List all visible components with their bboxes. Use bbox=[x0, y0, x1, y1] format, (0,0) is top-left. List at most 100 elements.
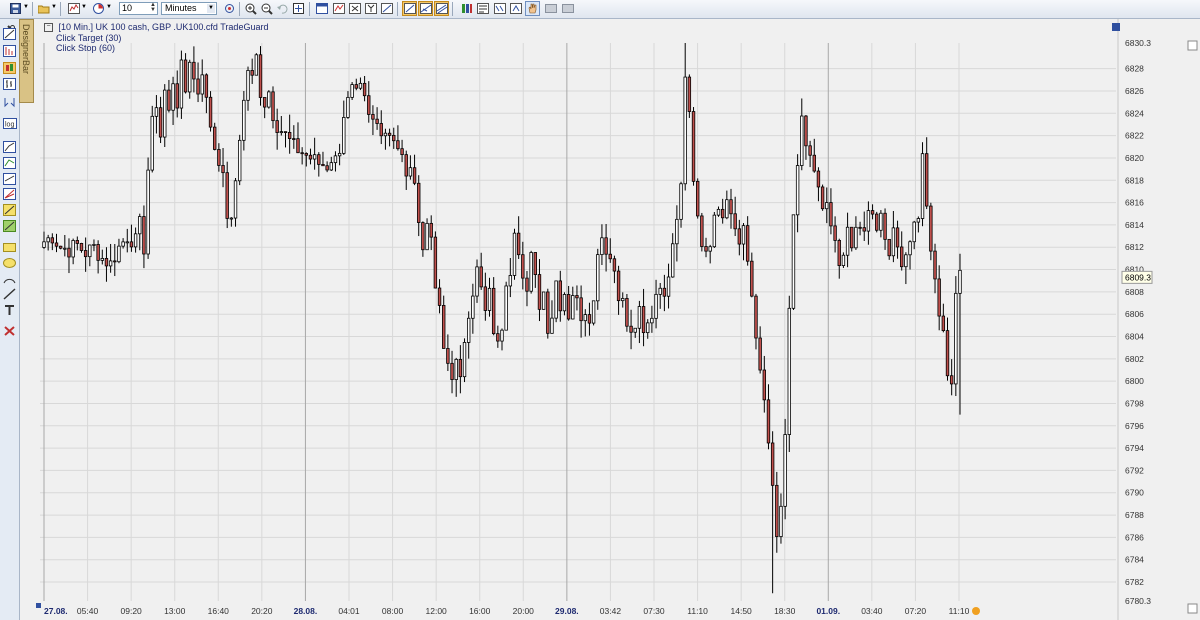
rectangle-tool-icon[interactable] bbox=[2, 240, 17, 254]
crosshair-icon[interactable] bbox=[222, 1, 237, 16]
candle-body[interactable] bbox=[920, 153, 925, 219]
candle-body[interactable] bbox=[408, 167, 413, 177]
candle-body[interactable] bbox=[795, 165, 800, 216]
candle-body[interactable] bbox=[496, 333, 500, 342]
candle-body[interactable] bbox=[254, 54, 259, 76]
draw-line-down-icon[interactable] bbox=[2, 156, 17, 170]
candle-body[interactable] bbox=[554, 280, 558, 319]
candle-body[interactable] bbox=[246, 70, 250, 101]
candle-body[interactable] bbox=[612, 258, 617, 272]
candle-body[interactable] bbox=[879, 212, 883, 231]
scroll-left-icon[interactable] bbox=[36, 603, 41, 608]
export-icon[interactable] bbox=[560, 1, 575, 16]
candle-body[interactable] bbox=[691, 111, 696, 182]
candle-body[interactable] bbox=[304, 153, 308, 156]
candle-body[interactable] bbox=[433, 236, 438, 289]
candle-body[interactable] bbox=[737, 228, 742, 245]
candle-body[interactable] bbox=[287, 131, 292, 139]
candle-body[interactable] bbox=[88, 244, 92, 258]
candle-body[interactable] bbox=[591, 300, 596, 324]
candle-body[interactable] bbox=[479, 266, 483, 288]
save-icon[interactable] bbox=[8, 1, 23, 16]
candle-body[interactable] bbox=[317, 154, 321, 165]
candle-body[interactable] bbox=[100, 258, 104, 261]
candle-body[interactable] bbox=[862, 227, 866, 232]
candle-body[interactable] bbox=[167, 89, 171, 111]
candle-body[interactable] bbox=[500, 329, 504, 342]
candle-body[interactable] bbox=[204, 74, 209, 98]
candle-body[interactable] bbox=[733, 213, 737, 230]
candle-body[interactable] bbox=[637, 306, 642, 329]
candle-body[interactable] bbox=[758, 337, 762, 371]
candle-body[interactable] bbox=[454, 358, 458, 380]
screenshot-icon[interactable] bbox=[543, 1, 558, 16]
candle-body[interactable] bbox=[267, 91, 271, 108]
candle-body[interactable] bbox=[770, 442, 775, 486]
candle-body[interactable] bbox=[75, 240, 79, 244]
zoom-in-icon[interactable] bbox=[243, 1, 258, 16]
bar-icon[interactable] bbox=[2, 77, 17, 91]
candle-body[interactable] bbox=[279, 131, 284, 134]
compare-icon[interactable] bbox=[2, 95, 17, 109]
candle-body[interactable] bbox=[188, 61, 192, 93]
channel-tool-icon[interactable] bbox=[434, 1, 449, 16]
candle-body[interactable] bbox=[63, 247, 67, 250]
candle-body[interactable] bbox=[716, 208, 721, 216]
candle-body[interactable] bbox=[596, 254, 600, 302]
chart-window-icon[interactable] bbox=[314, 1, 329, 16]
candle-body[interactable] bbox=[604, 237, 608, 255]
candle-body[interactable] bbox=[158, 107, 163, 138]
candle-body[interactable] bbox=[895, 227, 900, 248]
candle-body[interactable] bbox=[133, 233, 138, 248]
candle-body[interactable] bbox=[354, 84, 358, 89]
candle-body[interactable] bbox=[229, 217, 234, 220]
candle-body[interactable] bbox=[429, 222, 433, 238]
text-tool-icon[interactable] bbox=[2, 303, 17, 317]
candle-body[interactable] bbox=[646, 322, 650, 334]
candle-body[interactable] bbox=[800, 115, 804, 166]
candle-body[interactable] bbox=[687, 76, 692, 112]
draw-channel-icon[interactable] bbox=[2, 172, 17, 186]
candle-body[interactable] bbox=[675, 218, 679, 245]
open-dropdown-icon[interactable]: ▼ bbox=[51, 4, 57, 19]
draw-arc-icon[interactable] bbox=[2, 203, 17, 217]
fit-all-icon[interactable] bbox=[291, 1, 306, 16]
chart-type-dropdown-icon[interactable]: ▼ bbox=[81, 4, 87, 19]
data-window-icon[interactable] bbox=[492, 1, 507, 16]
candle-body[interactable] bbox=[945, 330, 950, 377]
candle-body[interactable] bbox=[171, 83, 175, 111]
candle-body[interactable] bbox=[321, 164, 325, 167]
candle-body[interactable] bbox=[650, 317, 654, 324]
scroll-right-icon[interactable] bbox=[1187, 603, 1198, 614]
candle-body[interactable] bbox=[750, 260, 754, 297]
candle-body[interactable] bbox=[941, 315, 946, 332]
fibonacci-icon[interactable] bbox=[2, 44, 17, 58]
candle-body[interactable] bbox=[121, 241, 125, 247]
candle-body[interactable] bbox=[392, 134, 396, 142]
candle-body[interactable] bbox=[50, 237, 55, 244]
period-unit-arrow-icon[interactable]: ▼ bbox=[207, 4, 215, 13]
candle-body[interactable] bbox=[196, 78, 200, 95]
indicator-icon[interactable] bbox=[331, 1, 346, 16]
candle-body[interactable] bbox=[404, 154, 408, 177]
undo-zoom-icon[interactable] bbox=[275, 1, 290, 16]
candle-body[interactable] bbox=[437, 287, 442, 306]
candle-body[interactable] bbox=[312, 154, 317, 160]
period-unit-select[interactable]: Minutes ▼ bbox=[161, 2, 217, 15]
candle-body[interactable] bbox=[741, 225, 746, 245]
candle-body[interactable] bbox=[221, 165, 225, 174]
candle-body[interactable] bbox=[516, 232, 521, 256]
candle-body[interactable] bbox=[467, 317, 471, 343]
candle-body[interactable] bbox=[712, 214, 717, 248]
candle-body[interactable] bbox=[745, 225, 750, 262]
candle-body[interactable] bbox=[83, 250, 88, 258]
candle-body[interactable] bbox=[579, 297, 583, 322]
candle-body[interactable] bbox=[275, 120, 279, 133]
candle-body[interactable] bbox=[371, 114, 375, 120]
candle-body[interactable] bbox=[916, 218, 921, 223]
candle-body[interactable] bbox=[954, 292, 958, 385]
candle-body[interactable] bbox=[333, 155, 338, 164]
candle-body[interactable] bbox=[541, 291, 546, 310]
candle-body[interactable] bbox=[850, 226, 854, 249]
candle-body[interactable] bbox=[225, 172, 229, 219]
